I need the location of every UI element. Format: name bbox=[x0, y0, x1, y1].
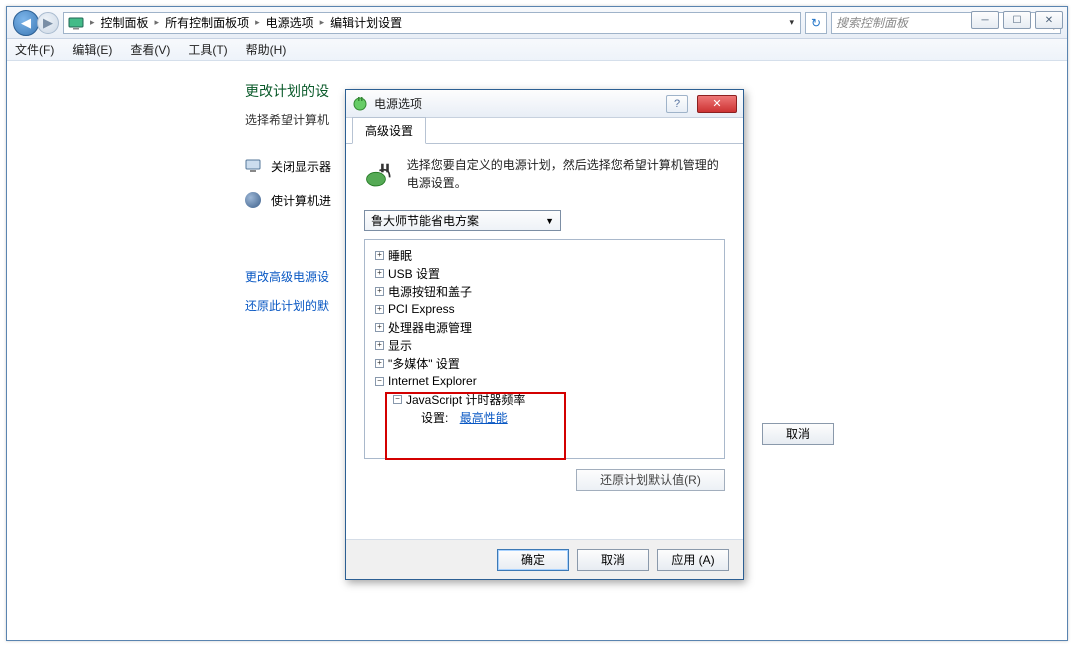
collapse-icon[interactable]: − bbox=[393, 395, 402, 404]
tree-usb[interactable]: +USB 设置 bbox=[369, 264, 720, 282]
expand-icon[interactable]: + bbox=[375, 359, 384, 368]
tree-sleep[interactable]: +睡眠 bbox=[369, 246, 720, 264]
address-dropdown-icon[interactable]: ▾ bbox=[787, 17, 796, 28]
refresh-button[interactable]: ↻ bbox=[805, 12, 827, 34]
help-button[interactable]: ? bbox=[666, 95, 688, 113]
tree-js-timer[interactable]: −JavaScript 计时器频率 bbox=[369, 390, 720, 408]
tab-strip: 高级设置 bbox=[346, 118, 743, 144]
close-dialog-button[interactable]: ✕ bbox=[697, 95, 737, 113]
expand-icon[interactable]: + bbox=[375, 341, 384, 350]
menu-help[interactable]: 帮助(H) bbox=[246, 41, 287, 58]
setting-label: 设置: bbox=[421, 409, 448, 426]
expand-icon[interactable]: + bbox=[375, 287, 384, 296]
dialog-footer: 确定 取消 应用 (A) bbox=[346, 539, 743, 579]
battery-plug-icon bbox=[364, 156, 395, 192]
power-plan-value: 鲁大师节能省电方案 bbox=[371, 212, 479, 229]
forward-button[interactable]: ▶ bbox=[37, 12, 59, 34]
sleep-icon bbox=[245, 192, 261, 208]
power-plug-icon bbox=[352, 96, 368, 112]
cancel-dialog-button[interactable]: 取消 bbox=[577, 549, 649, 571]
ok-button[interactable]: 确定 bbox=[497, 549, 569, 571]
power-plan-combo[interactable]: 鲁大师节能省电方案 ▼ bbox=[364, 210, 561, 231]
menu-edit[interactable]: 编辑(E) bbox=[72, 41, 112, 58]
menu-file[interactable]: 文件(F) bbox=[15, 41, 54, 58]
collapse-icon[interactable]: − bbox=[375, 377, 384, 386]
row-display-off: 关闭显示器 bbox=[271, 158, 331, 175]
expand-icon[interactable]: + bbox=[375, 251, 384, 260]
menu-tools[interactable]: 工具(T) bbox=[188, 41, 227, 58]
dialog-titlebar[interactable]: 电源选项 ? ✕ bbox=[346, 90, 743, 118]
breadcrumb-item[interactable]: 编辑计划设置 bbox=[330, 14, 402, 31]
tab-advanced[interactable]: 高级设置 bbox=[352, 117, 426, 144]
settings-tree[interactable]: +睡眠 +USB 设置 +电源按钮和盖子 +PCI Express +处理器电源… bbox=[364, 239, 725, 459]
tree-cpu[interactable]: +处理器电源管理 bbox=[369, 318, 720, 336]
control-panel-icon bbox=[68, 15, 84, 31]
navigation-bar: ◀ ▶ ▸ 控制面板 ▸ 所有控制面板项 ▸ 电源选项 ▸ 编辑计划设置 ▾ ↻… bbox=[7, 7, 1067, 39]
breadcrumb-item[interactable]: 控制面板 bbox=[101, 14, 149, 31]
expand-icon[interactable]: + bbox=[375, 305, 384, 314]
tree-ie[interactable]: −Internet Explorer bbox=[369, 372, 720, 390]
breadcrumb-item[interactable]: 电源选项 bbox=[266, 14, 314, 31]
chevron-right-icon: ▸ bbox=[155, 17, 160, 28]
back-button[interactable]: ◀ bbox=[13, 10, 39, 36]
expand-icon[interactable]: + bbox=[375, 269, 384, 278]
chevron-right-icon: ▸ bbox=[320, 17, 325, 28]
maximize-button[interactable]: ☐ bbox=[1003, 11, 1031, 29]
apply-button[interactable]: 应用 (A) bbox=[657, 549, 729, 571]
close-window-button[interactable]: ✕ bbox=[1035, 11, 1063, 29]
tree-multimedia[interactable]: +"多媒体" 设置 bbox=[369, 354, 720, 372]
tree-setting-row[interactable]: 设置: 最高性能 bbox=[369, 408, 720, 426]
power-options-dialog: 电源选项 ? ✕ 高级设置 选择您要自定义的电源计划，然后选择您希望计算机管理的… bbox=[345, 89, 744, 580]
cancel-button[interactable]: 取消 bbox=[762, 423, 834, 445]
setting-value[interactable]: 最高性能 bbox=[460, 409, 508, 426]
chevron-right-icon: ▸ bbox=[255, 17, 260, 28]
search-placeholder: 搜索控制面板 bbox=[836, 14, 908, 31]
menu-bar: 文件(F) 编辑(E) 查看(V) 工具(T) 帮助(H) bbox=[7, 39, 1067, 61]
tree-power-buttons[interactable]: +电源按钮和盖子 bbox=[369, 282, 720, 300]
chevron-down-icon: ▼ bbox=[545, 216, 554, 226]
minimize-button[interactable]: ─ bbox=[971, 11, 999, 29]
monitor-icon bbox=[245, 158, 261, 174]
chevron-right-icon: ▸ bbox=[90, 17, 95, 28]
restore-defaults-button[interactable]: 还原计划默认值(R) bbox=[576, 469, 725, 491]
menu-view[interactable]: 查看(V) bbox=[130, 41, 170, 58]
tree-pci[interactable]: +PCI Express bbox=[369, 300, 720, 318]
address-bar[interactable]: ▸ 控制面板 ▸ 所有控制面板项 ▸ 电源选项 ▸ 编辑计划设置 ▾ bbox=[63, 12, 801, 34]
breadcrumb-item[interactable]: 所有控制面板项 bbox=[165, 14, 249, 31]
dialog-intro-text: 选择您要自定义的电源计划，然后选择您希望计算机管理的电源设置。 bbox=[407, 156, 725, 192]
row-sleep: 使计算机进 bbox=[271, 192, 331, 209]
dialog-title: 电源选项 bbox=[374, 95, 660, 112]
tree-display[interactable]: +显示 bbox=[369, 336, 720, 354]
expand-icon[interactable]: + bbox=[375, 323, 384, 332]
